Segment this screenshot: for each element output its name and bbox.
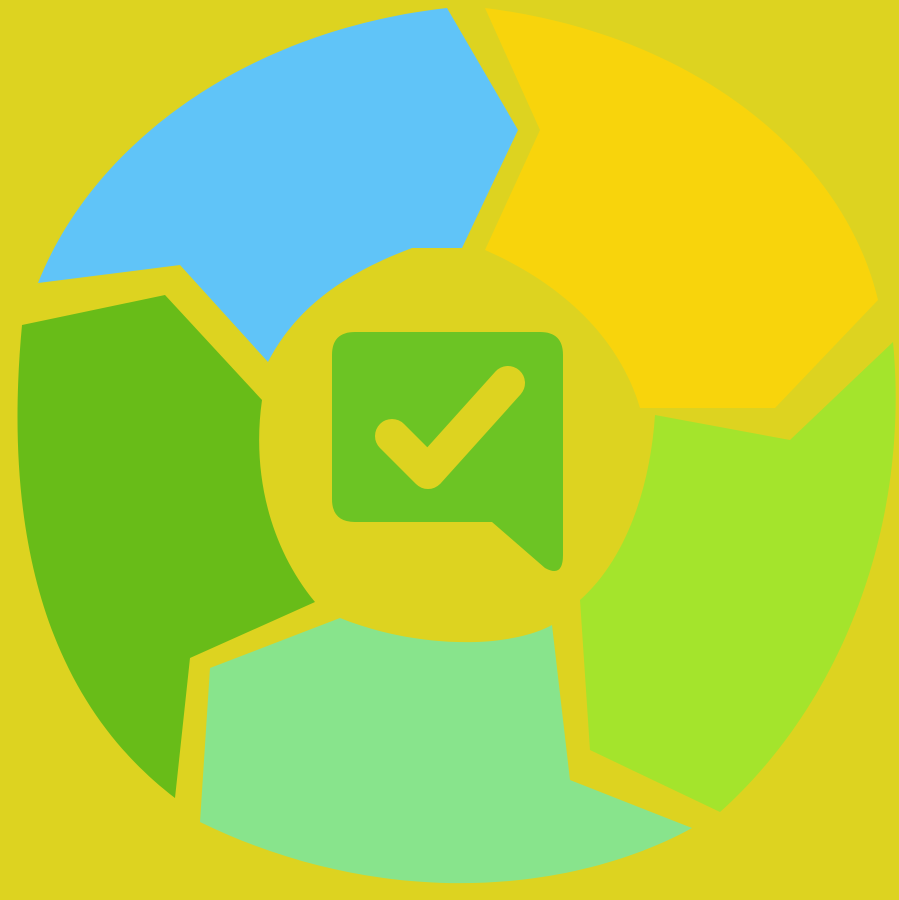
- logo-canvas: [0, 0, 899, 900]
- cycle-checkmark-logo: [0, 0, 899, 900]
